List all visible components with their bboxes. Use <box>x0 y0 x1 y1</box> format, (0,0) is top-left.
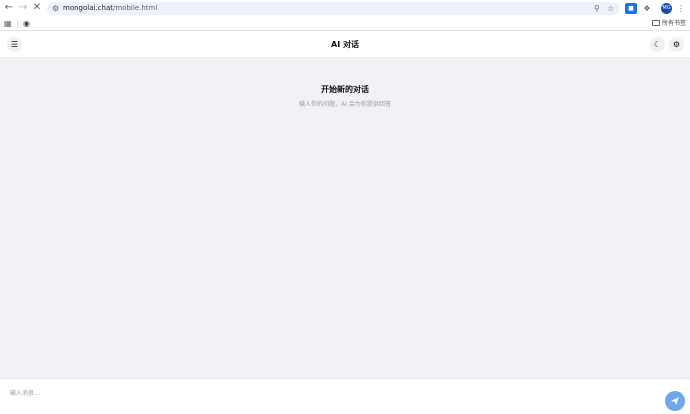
bookmarks-divider <box>17 20 18 28</box>
zoom-icon[interactable]: ⚲ <box>594 2 600 15</box>
message-input[interactable] <box>10 386 650 400</box>
address-bar[interactable]: ⚙ mongolai.chat/mobile.html ⚲ ☆ <box>47 2 620 15</box>
composer <box>0 378 690 414</box>
moon-icon: ☾ <box>653 40 662 49</box>
bookmarks-bar: ▦ ◉ 所有书签 <box>0 17 690 31</box>
settings-button[interactable]: ⚙ <box>669 37 684 52</box>
all-bookmarks-button[interactable]: 所有书签 <box>651 17 686 30</box>
back-icon[interactable]: ← <box>3 2 15 14</box>
page-title: AI 对话 <box>331 40 359 49</box>
avatar[interactable]: MG <box>661 3 672 14</box>
hamburger-menu-icon: ☰ <box>10 40 19 49</box>
empty-state-title: 开始新的对话 <box>321 85 369 94</box>
empty-state-subtitle: 输入你的问题，AI 会为你提供回答 <box>299 101 391 108</box>
kebab-menu-icon[interactable]: ⋮ <box>677 3 685 14</box>
bookmark-star-icon[interactable]: ☆ <box>607 2 614 15</box>
url-text[interactable]: mongolai.chat/mobile.html <box>63 2 157 15</box>
extension-icon[interactable]: ■ <box>625 3 637 14</box>
folder-icon <box>651 20 660 26</box>
gear-icon: ⚙ <box>672 40 681 49</box>
forward-icon[interactable]: → <box>17 2 29 14</box>
chat-area: 开始新的对话 输入你的问题，AI 会为你提供回答 <box>0 58 690 378</box>
send-button[interactable] <box>665 391 685 411</box>
app-header: AI 对话 ☰ ☾ ⚙ <box>0 31 690 58</box>
site-info-icon[interactable]: ⚙ <box>52 3 59 14</box>
all-bookmarks-label: 所有书签 <box>661 20 686 27</box>
apps-icon[interactable]: ▦ <box>4 18 12 30</box>
globe-icon[interactable]: ◉ <box>23 18 30 30</box>
menu-button[interactable]: ☰ <box>7 37 22 52</box>
browser-toolbar: ← → ✕ ⚙ mongolai.chat/mobile.html ⚲ ☆ ■ … <box>0 0 690 17</box>
send-icon <box>671 397 679 405</box>
theme-toggle-button[interactable]: ☾ <box>650 37 665 52</box>
stop-icon[interactable]: ✕ <box>31 2 43 14</box>
extensions-icon[interactable]: ❖ <box>641 3 653 14</box>
